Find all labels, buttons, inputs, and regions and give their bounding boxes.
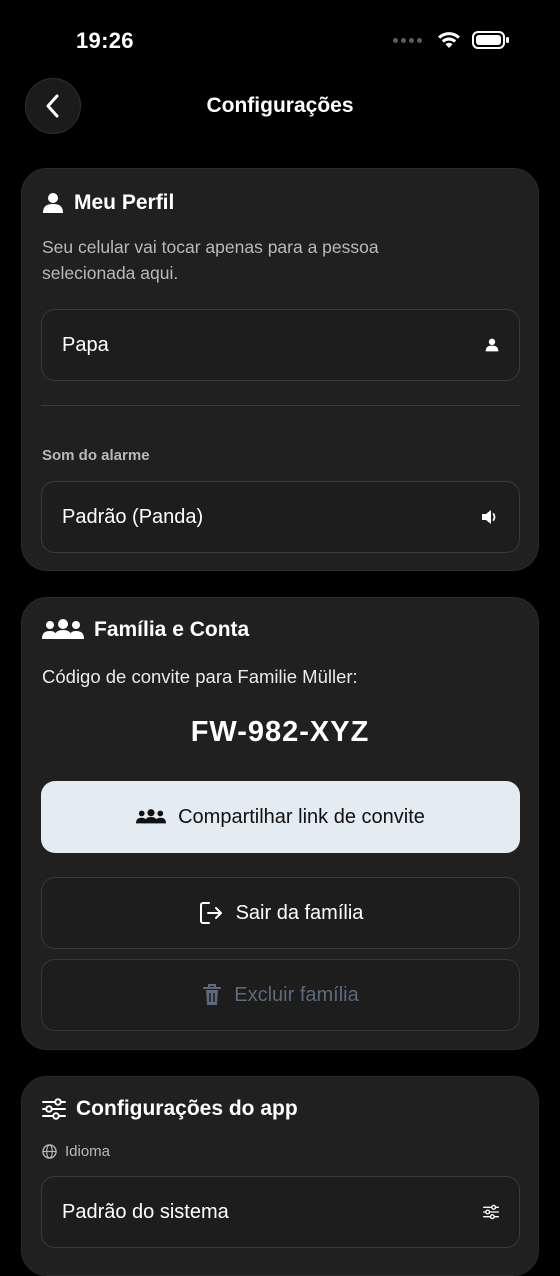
alarm-sound-selector[interactable]: Padrão (Panda) — [41, 481, 520, 553]
alarm-sound-value: Padrão (Panda) — [62, 505, 204, 528]
profile-card-header: Meu Perfil — [42, 191, 174, 215]
nav-bar: Configurações — [0, 78, 560, 136]
language-value: Padrão do sistema — [62, 1200, 229, 1223]
status-time: 19:26 — [76, 28, 134, 53]
profile-description: Seu celular vai tocar apenas para a pess… — [42, 237, 379, 283]
family-card: Família e Conta Código de convite para F… — [21, 597, 539, 1050]
wifi-icon — [438, 32, 460, 48]
trash-icon — [203, 984, 222, 1005]
language-selector[interactable]: Padrão do sistema — [41, 1176, 520, 1248]
person-selector-value: Papa — [62, 333, 109, 356]
leave-family-button[interactable]: Sair da família — [41, 877, 520, 949]
group-icon — [42, 619, 84, 639]
page-title: Configurações — [206, 94, 354, 117]
invite-text: Código de convite para Familie Müller: — [42, 666, 358, 687]
delete-family-label: Excluir família — [234, 983, 359, 1006]
share-invite-button[interactable]: Compartilhar link de convite — [41, 781, 520, 853]
profile-card-title: Meu Perfil — [74, 191, 175, 214]
family-card-title: Família e Conta — [94, 618, 250, 641]
speaker-icon — [482, 510, 496, 524]
app-settings-card-title: Configurações do app — [76, 1097, 298, 1120]
app-settings-card-header: Configurações do app — [42, 1097, 298, 1121]
delete-family-button[interactable]: Excluir família — [41, 959, 520, 1031]
language-label: Idioma — [65, 1143, 111, 1160]
logout-icon — [199, 902, 222, 924]
sliders-icon — [483, 1204, 499, 1220]
battery-icon — [472, 31, 509, 49]
divider — [41, 405, 520, 406]
person-selector[interactable]: Papa — [41, 309, 520, 381]
profile-card: Meu Perfil Seu celular vai tocar apenas … — [21, 168, 539, 571]
status-bar: 19:26 — [0, 0, 560, 80]
invite-code[interactable]: FW-982-XYZ — [22, 716, 538, 749]
globe-icon — [42, 1144, 57, 1159]
app-settings-card: Configurações do app Idioma Padrão do si… — [21, 1076, 539, 1276]
status-icons — [393, 30, 510, 50]
alarm-sound-label: Som do alarme — [42, 447, 150, 464]
signal-icon — [393, 37, 422, 43]
person-icon — [485, 338, 499, 352]
person-icon — [43, 193, 63, 213]
language-label-row: Idioma — [42, 1143, 110, 1160]
family-card-header: Família e Conta — [42, 618, 249, 642]
sliders-icon — [42, 1098, 66, 1120]
share-invite-label: Compartilhar link de convite — [178, 805, 425, 828]
leave-family-label: Sair da família — [235, 901, 364, 924]
group-icon — [136, 809, 167, 824]
